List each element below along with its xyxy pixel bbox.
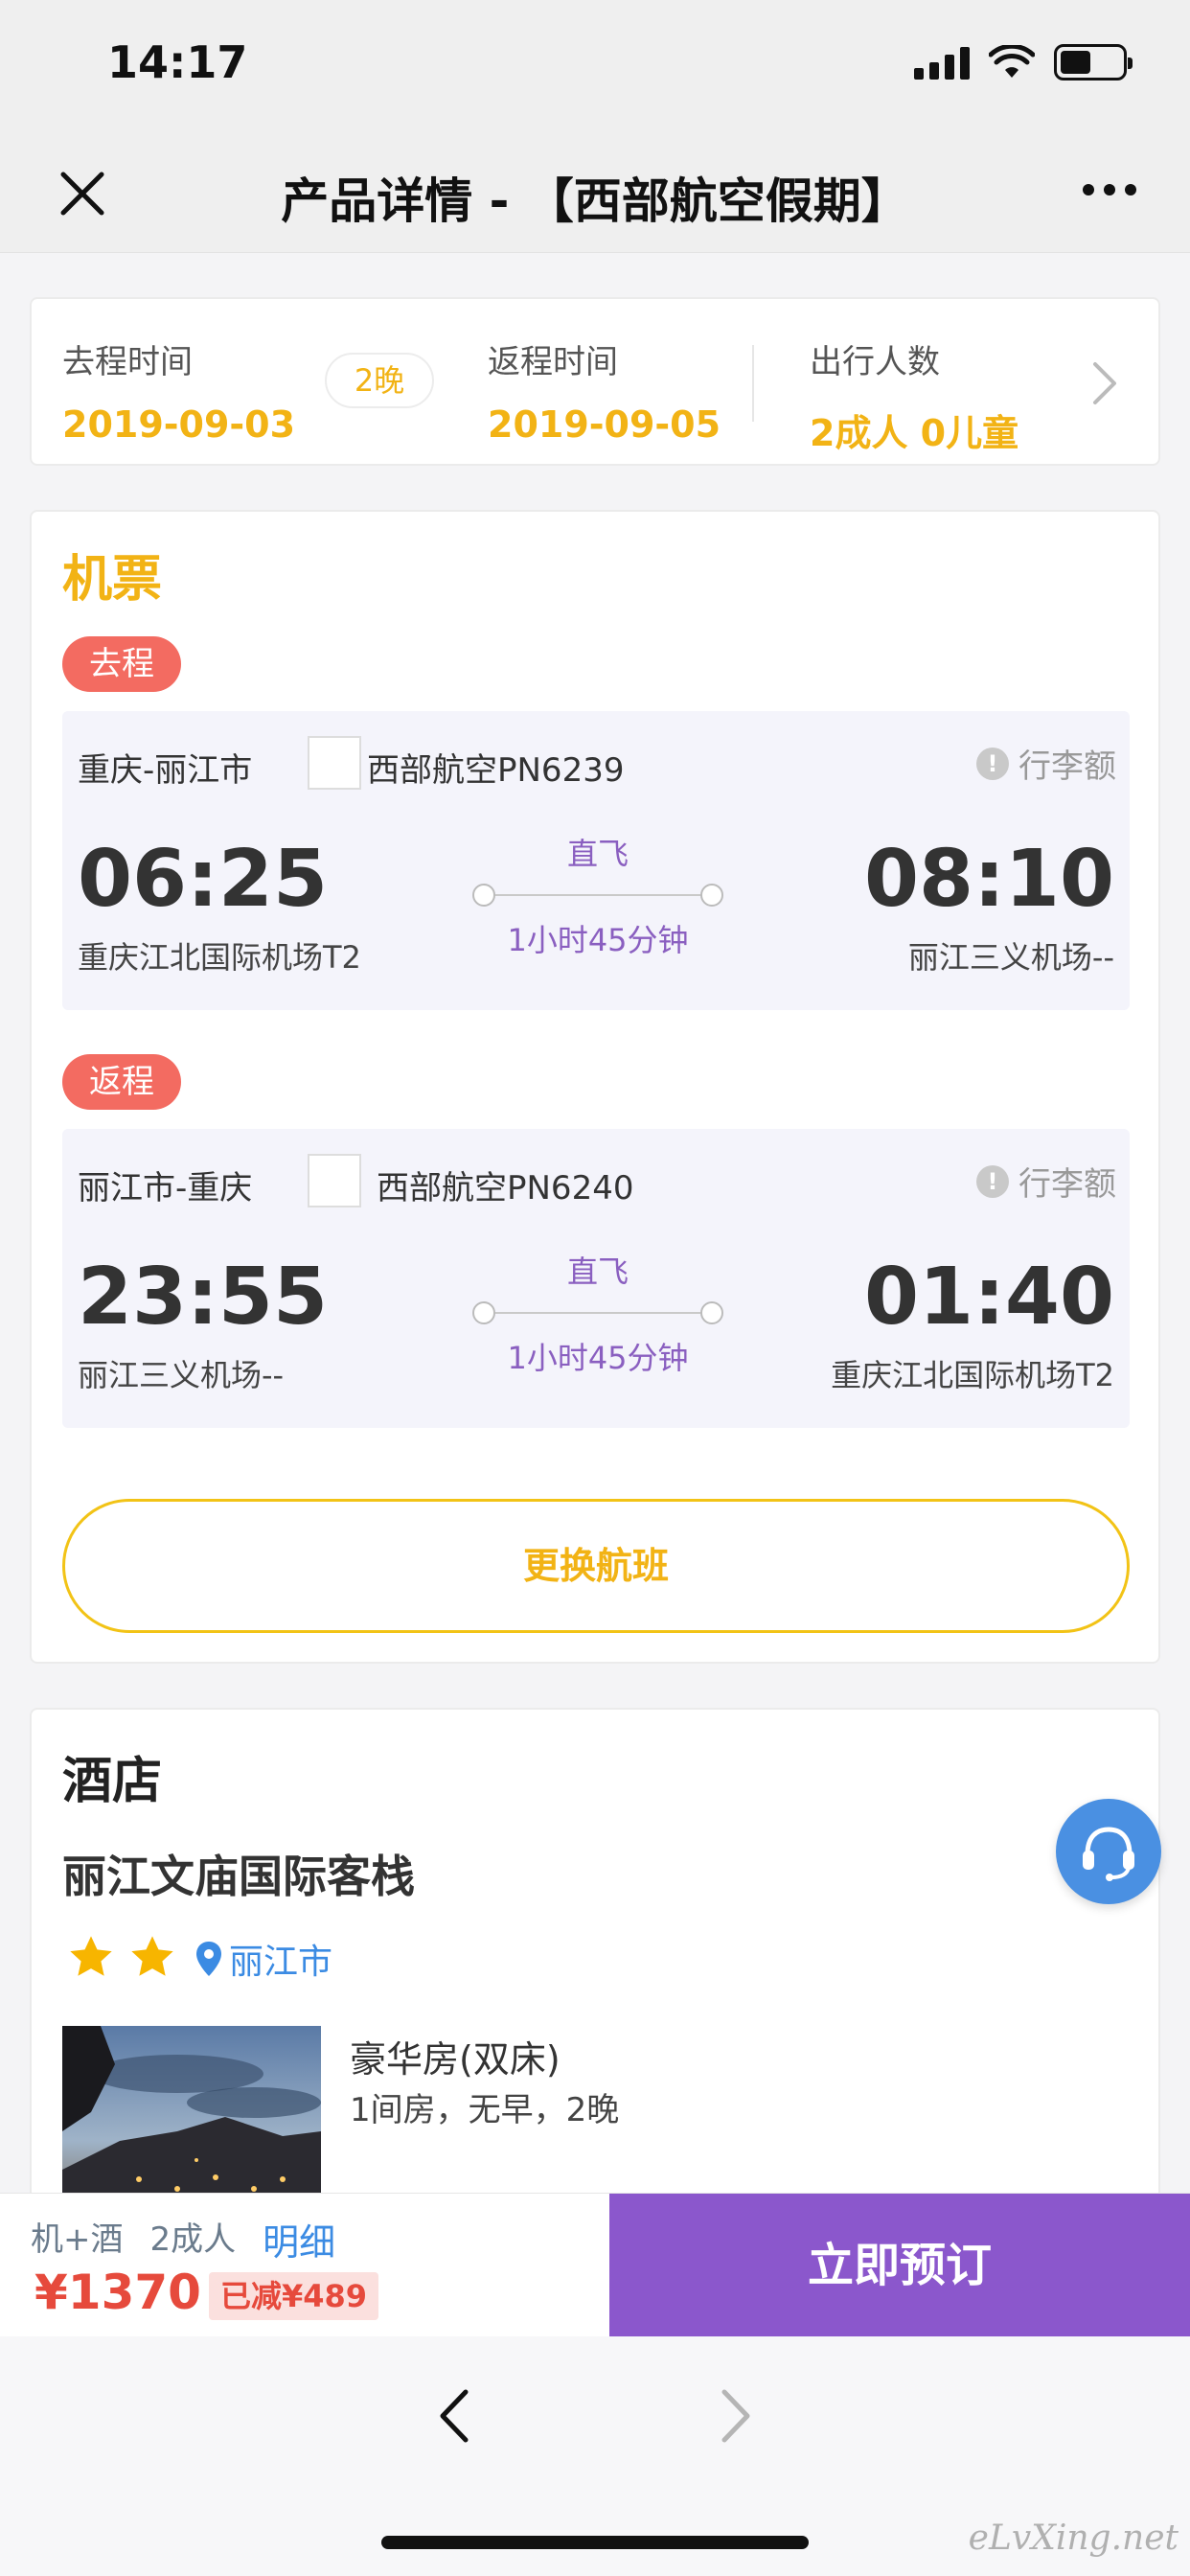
package-type: 机+酒 (31, 2220, 124, 2259)
baggage-allowance[interactable]: ! 行李额 (976, 740, 1116, 787)
package-adults: 2成人 (149, 2220, 237, 2259)
back-icon[interactable] (431, 2382, 477, 2450)
status-bar: 14:17 (0, 0, 1190, 134)
cellular-signal-icon (914, 45, 970, 80)
hotel-section-title: 酒店 (62, 1753, 163, 1810)
nights-badge: 2晚 (325, 353, 434, 408)
travelers-section: 出行人数 2成人 0儿童 (810, 335, 1018, 456)
return-badge: 返程 (62, 1054, 181, 1110)
airline-flight-number: 西部航空PN6239 (367, 751, 625, 790)
return-date: 2019-09-05 (488, 403, 721, 446)
airline-logo (308, 736, 361, 790)
more-icon[interactable] (1083, 184, 1136, 196)
nav-bar: 产品详情 - 【西部航空假期】 (0, 134, 1190, 253)
hotel-location[interactable]: 丽江市 (195, 1934, 332, 1984)
browser-toolbar: eLvXing.net (0, 2336, 1190, 2576)
location-label: 丽江市 (229, 1943, 333, 1982)
change-flight-button[interactable]: 更换航班 (62, 1499, 1130, 1633)
customer-support-button[interactable] (1056, 1799, 1161, 1904)
arrival-airport: 丽江三义机场-- (907, 939, 1114, 976)
battery-icon (1054, 44, 1133, 80)
flight-route: 丽江市-重庆 (78, 1169, 253, 1208)
status-icons (914, 44, 1133, 80)
depart-label: 去程时间 (62, 343, 193, 381)
status-time: 14:17 (107, 36, 248, 88)
location-pin-icon (196, 1942, 221, 1976)
page-title: 产品详情 - 【西部航空假期】 (281, 173, 909, 229)
travelers-label: 出行人数 (810, 343, 940, 381)
star-icon (131, 1936, 173, 1976)
arrival-time: 01:40 (863, 1252, 1114, 1343)
package-summary: 机+酒 2成人 明细 (31, 2213, 335, 2266)
home-indicator[interactable] (381, 2536, 809, 2549)
hotel-name[interactable]: 丽江文庙国际客栈 (62, 1842, 415, 1905)
return-label: 返程时间 (488, 343, 618, 381)
arrival-airport: 重庆江北国际机场T2 (831, 1357, 1114, 1393)
departure-time: 06:25 (78, 834, 329, 925)
depart-date: 2019-09-03 (62, 403, 296, 446)
airline-logo (308, 1154, 361, 1208)
flights-card: 机票 去程 重庆-丽江市 西部航空PN6239 ! 行李额 06:25 直飞 1… (30, 510, 1160, 1664)
flight-duration: 1小时45分钟 (507, 922, 689, 958)
booking-bar: 机+酒 2成人 明细 ¥1370 已减¥489 立即预订 (0, 2193, 1190, 2337)
depart-date-section: 去程时间 2019-09-03 (62, 335, 295, 446)
hotel-photo[interactable] (62, 2026, 321, 2218)
room-name: 豪华房(双床) (350, 2038, 561, 2081)
departure-airport: 重庆江北国际机场T2 (78, 939, 361, 976)
arrival-time: 08:10 (863, 834, 1114, 925)
trip-summary-card[interactable]: 去程时间 2019-09-03 2晚 返程时间 2019-09-05 出行人数 … (30, 297, 1160, 466)
star-icon (70, 1936, 112, 1976)
hotel-star-rating (66, 1932, 177, 1982)
total-price: ¥1370 (34, 2265, 201, 2320)
flight-type: 直飞 (566, 836, 629, 872)
hotel-card: 酒店 丽江文庙国际客栈 丽江市 豪华房(双床) 1间房，无早，2晚 (30, 1708, 1160, 2244)
baggage-label: 行李额 (1018, 748, 1116, 786)
flight-route-line: 直飞 1小时45分钟 (472, 830, 723, 960)
watermark: eLvXing.net (968, 2518, 1179, 2558)
outbound-badge: 去程 (62, 636, 181, 692)
travelers-count: 2成人 0儿童 (810, 412, 1019, 454)
departure-airport: 丽江三义机场-- (78, 1357, 285, 1393)
book-now-button[interactable]: 立即预订 (609, 2194, 1190, 2337)
divider (752, 345, 754, 422)
outbound-flight[interactable]: 重庆-丽江市 西部航空PN6239 ! 行李额 06:25 直飞 1小时45分钟… (62, 711, 1130, 1010)
flights-section-title: 机票 (62, 551, 163, 609)
info-icon: ! (976, 747, 1009, 780)
return-flight[interactable]: 丽江市-重庆 西部航空PN6240 ! 行李额 23:55 直飞 1小时45分钟… (62, 1129, 1130, 1428)
forward-icon[interactable] (713, 2382, 759, 2450)
flight-duration: 1小时45分钟 (507, 1340, 689, 1376)
flight-type: 直飞 (566, 1254, 629, 1290)
price-detail-link[interactable]: 明细 (263, 2213, 335, 2266)
discount-badge: 已减¥489 (209, 2272, 379, 2320)
departure-time: 23:55 (78, 1252, 329, 1343)
room-detail: 1间房，无早，2晚 (350, 2091, 620, 2129)
flight-route: 重庆-丽江市 (78, 751, 253, 790)
baggage-allowance[interactable]: ! 行李额 (976, 1158, 1116, 1205)
flight-route-line: 直飞 1小时45分钟 (472, 1248, 723, 1378)
wifi-icon (989, 45, 1035, 78)
baggage-label: 行李额 (1018, 1165, 1116, 1204)
chevron-right-icon[interactable] (1086, 356, 1124, 410)
airline-flight-number: 西部航空PN6240 (377, 1169, 634, 1208)
return-date-section: 返程时间 2019-09-05 (488, 335, 721, 446)
headset-icon (1083, 1827, 1134, 1881)
info-icon: ! (976, 1164, 1009, 1198)
